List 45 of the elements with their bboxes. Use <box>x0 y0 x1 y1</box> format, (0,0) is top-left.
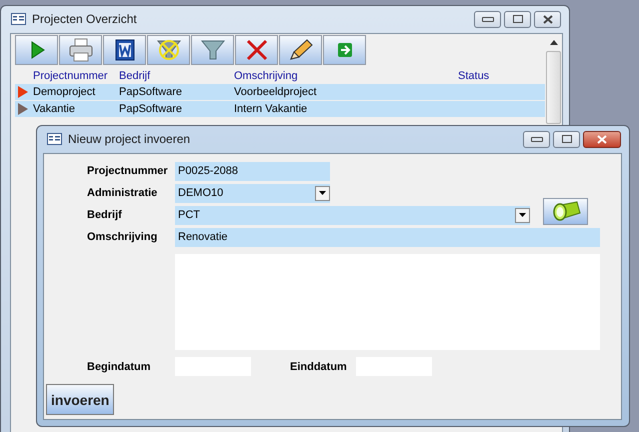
minimize-button[interactable] <box>523 130 550 148</box>
text-field[interactable]: P0025-2088 <box>175 162 330 180</box>
column-header[interactable]: Bedrijf <box>119 70 234 82</box>
table-cell-text: PapSoftware <box>119 86 183 98</box>
clear-filter-icon <box>154 38 182 62</box>
form-icon <box>11 13 26 25</box>
table-row[interactable]: Demoproject PapSoftware Voorbeeldproject <box>15 84 545 100</box>
field-label: Administratie <box>87 187 158 199</box>
submit-button[interactable]: invoeren <box>46 384 114 415</box>
field-label: Einddatum <box>290 360 348 372</box>
table-cell-text: Voorbeeldproject <box>234 86 318 98</box>
printer-icon <box>66 38 94 62</box>
toolbar-button[interactable] <box>15 35 58 65</box>
filter-icon <box>198 38 226 62</box>
table-cell-text: Vakantie <box>33 103 76 115</box>
dialog-title: Nieuw project invoeren <box>68 132 190 146</box>
field-label: Begindatum <box>87 360 152 372</box>
text-field[interactable]: Renovatie <box>175 228 600 246</box>
scroll-up-icon[interactable] <box>550 40 558 45</box>
field-label: Projectnummer <box>87 165 169 177</box>
minimize-button[interactable] <box>474 10 501 28</box>
close-icon <box>596 134 608 144</box>
form-icon <box>47 133 62 145</box>
toolbar-button[interactable] <box>279 35 322 65</box>
table-cell-text: Demoproject <box>33 86 96 98</box>
scroll-thumb[interactable] <box>546 51 561 124</box>
window-title: Projecten Overzicht <box>32 12 137 26</box>
field-label: Omschrijving <box>87 231 158 243</box>
field-label: Bedrijf <box>87 209 123 221</box>
column-header[interactable]: Omschrijving <box>234 70 458 82</box>
close-button[interactable] <box>583 130 621 148</box>
maximize-button[interactable] <box>504 10 531 28</box>
toolbar-button[interactable] <box>59 35 102 65</box>
maximize-button[interactable] <box>553 130 580 148</box>
search-button[interactable] <box>543 198 588 224</box>
close-button[interactable] <box>534 10 561 28</box>
table-cell-text: PapSoftware <box>119 103 183 115</box>
dropdown-field[interactable]: PCT <box>175 206 530 224</box>
dropdown-field[interactable]: DEMO10 <box>175 184 330 202</box>
table-cell-text: Intern Vakantie <box>234 103 308 115</box>
column-header[interactable]: Projectnummer <box>33 70 119 82</box>
close-icon <box>542 14 554 24</box>
toolbar-button[interactable] <box>103 35 146 65</box>
table-row[interactable]: Vakantie PapSoftware Intern Vakantie <box>15 101 545 117</box>
column-header[interactable]: Status <box>458 70 545 82</box>
